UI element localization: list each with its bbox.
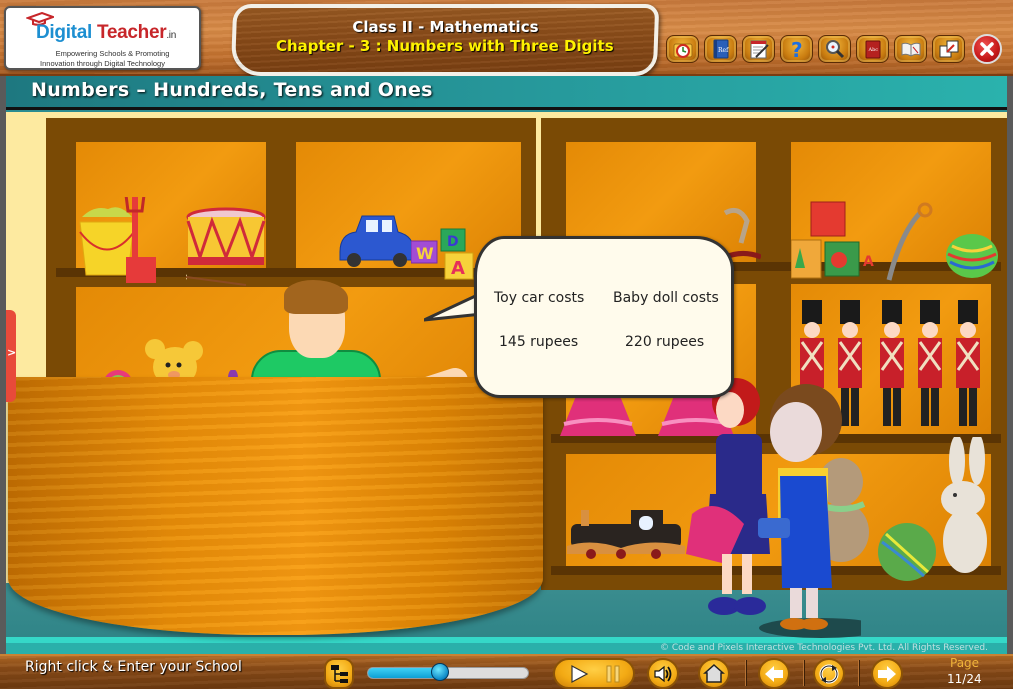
- blue-toy-car-icon: [339, 215, 415, 267]
- notes-button[interactable]: [742, 35, 775, 63]
- shop-counter: [8, 377, 543, 635]
- arrow-right-icon: [878, 665, 896, 682]
- page-number: 11/24: [947, 672, 982, 686]
- speech-bubble: Toy car costs 145 rupees Baby doll costs…: [474, 236, 734, 398]
- logo-suffix: .in: [166, 30, 176, 41]
- svg-text:Ref: Ref: [718, 47, 729, 54]
- history-clock-icon: [673, 43, 692, 58]
- ball-icon: [878, 523, 936, 581]
- toy-car-label: Toy car costs: [494, 290, 585, 306]
- top-toolbar: Ref ? Abc: [666, 34, 1002, 65]
- refresh-icon: [819, 664, 839, 683]
- drum-icon: [186, 207, 266, 286]
- school-prompt[interactable]: Right click & Enter your School: [25, 659, 242, 675]
- progress-slider[interactable]: [367, 663, 529, 681]
- play-pause-group: [553, 658, 635, 689]
- logo-tagline-2: Innovation through Digital Technology: [40, 59, 165, 68]
- reference-button[interactable]: Ref: [704, 35, 737, 63]
- history-button[interactable]: [666, 35, 699, 63]
- help-button[interactable]: ?: [780, 35, 813, 63]
- progress-slider-fill: [368, 668, 440, 678]
- pause-icon: [606, 665, 620, 683]
- baby-doll-label: Baby doll costs: [613, 290, 719, 306]
- section-title-bar: Numbers – Hundreds, Tens and Ones: [6, 76, 1007, 110]
- topic-menu-button[interactable]: [324, 658, 354, 689]
- toy-blocks-icon: A: [791, 201, 874, 279]
- magnifier-icon: [825, 40, 844, 59]
- logo-wordmark: Digital Teacher.in: [36, 22, 176, 44]
- pause-button[interactable]: [601, 664, 625, 684]
- close-button[interactable]: [972, 34, 1002, 64]
- open-book-button[interactable]: [894, 35, 927, 63]
- dictionary-icon: Abc: [865, 40, 880, 59]
- class-title: Class II - Mathematics: [352, 18, 539, 36]
- home-button[interactable]: [698, 658, 730, 689]
- logo-teacher: Teacher: [96, 22, 167, 43]
- arrow-left-icon: [765, 665, 783, 682]
- resize-button[interactable]: [932, 35, 965, 63]
- baby-doll-price: 220 rupees: [625, 334, 705, 350]
- toy-shop-scene: W D A > A Toy car costs 145 rupees Baby …: [6, 112, 1007, 643]
- restore-window-icon: [939, 40, 958, 58]
- svg-text:Abc: Abc: [867, 47, 878, 53]
- alphabet-blocks-icon: W D A: [411, 228, 474, 280]
- play-icon: [571, 665, 589, 683]
- audio-button[interactable]: [647, 658, 679, 689]
- bottom-control-bar: Right click & Enter your School Page 11/…: [0, 654, 1013, 689]
- title-plank: Class II - Mathematics Chapter - 3 : Num…: [230, 4, 660, 76]
- chapter-title: Chapter - 3 : Numbers with Three Digits: [275, 37, 614, 55]
- svg-text:A: A: [863, 254, 874, 270]
- divider: [858, 660, 860, 686]
- svg-text:D: D: [447, 234, 459, 250]
- dictionary-button[interactable]: Abc: [856, 35, 889, 63]
- sitemap-icon: [331, 664, 348, 683]
- play-button[interactable]: [567, 664, 591, 684]
- close-icon: [980, 42, 994, 56]
- next-button[interactable]: [871, 658, 903, 689]
- section-title: Numbers – Hundreds, Tens and Ones: [31, 79, 433, 101]
- digital-teacher-logo: Digital Teacher.in Empowering Schools & …: [4, 6, 201, 70]
- toy-train-icon: [567, 510, 685, 559]
- sand-bucket-icon: [79, 197, 156, 283]
- boy-customer: [758, 384, 861, 638]
- reference-book-icon: Ref: [713, 39, 729, 59]
- side-panel-arrow: >: [7, 346, 17, 359]
- divider: [803, 660, 805, 686]
- previous-button[interactable]: [758, 658, 790, 689]
- header-bar: Digital Teacher.in Empowering Schools & …: [0, 0, 1013, 76]
- shopkeeper-hair: [284, 280, 348, 314]
- copyright-notice: © Code and Pixels Interactive Technologi…: [660, 643, 988, 653]
- help-icon: ?: [791, 38, 803, 60]
- side-panel-toggle[interactable]: >: [6, 310, 16, 402]
- logo-tagline-1: Empowering Schools & Promoting: [55, 49, 170, 58]
- logo-digital: Digital: [36, 22, 92, 43]
- replay-button[interactable]: [813, 658, 845, 689]
- svg-text:W: W: [416, 244, 434, 263]
- search-button[interactable]: [818, 35, 851, 63]
- home-icon: [703, 663, 725, 683]
- divider: [745, 660, 747, 686]
- svg-text:A: A: [451, 258, 465, 279]
- spinning-top-icon: [946, 234, 998, 278]
- open-book-icon: [901, 42, 920, 57]
- progress-slider-thumb[interactable]: [431, 663, 449, 681]
- svg-text:?: ?: [791, 38, 803, 60]
- speaker-icon: [654, 665, 672, 682]
- page-label: Page: [950, 656, 980, 670]
- notepad-icon: [750, 40, 769, 59]
- stuffed-rabbit-icon: [941, 437, 987, 573]
- toy-car-price: 145 rupees: [499, 334, 579, 350]
- toy-sword-icon: [886, 202, 933, 281]
